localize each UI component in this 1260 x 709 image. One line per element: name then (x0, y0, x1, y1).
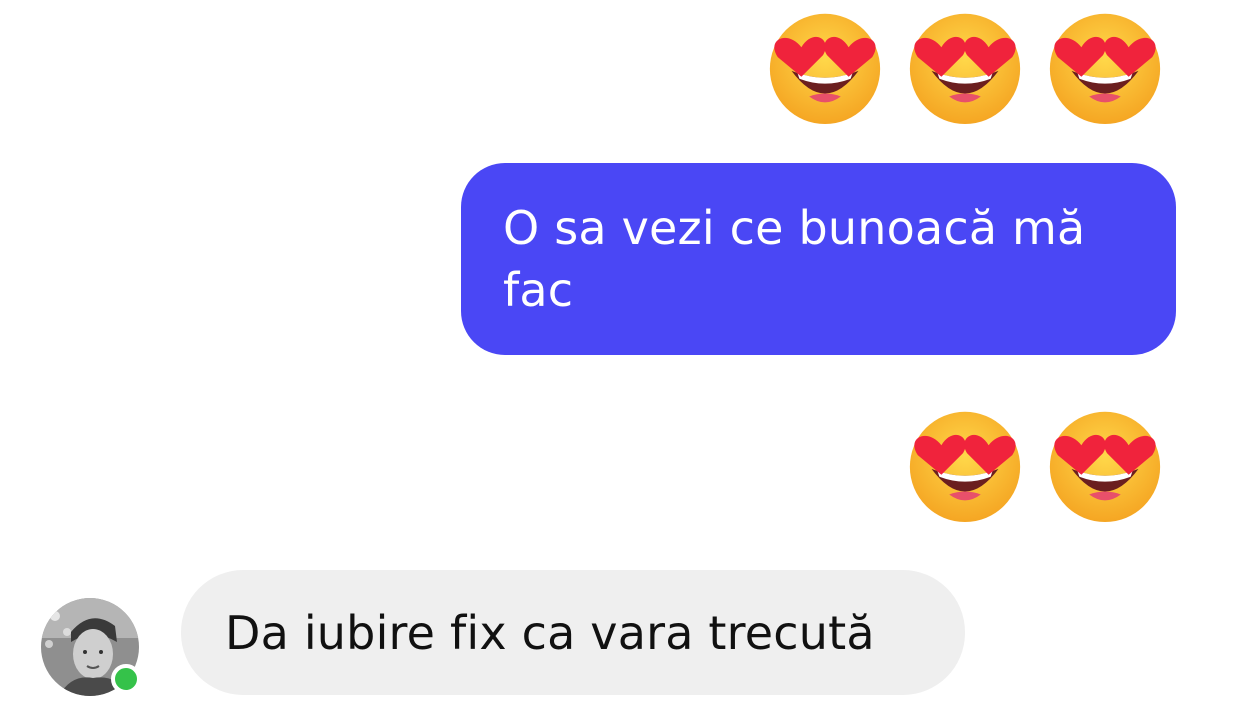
outgoing-message-text: O sa vezi ce bunoacă mă fac (503, 201, 1086, 317)
emoji-message-top[interactable] (762, 0, 1168, 126)
avatar[interactable] (41, 598, 141, 696)
incoming-message-text: Da iubire fix ca vara trecută (225, 605, 875, 660)
outgoing-message-bubble[interactable]: O sa vezi ce bunoacă mă fac (461, 163, 1176, 355)
chat-thread: O sa vezi ce bunoacă mă fac Da iubire fi… (0, 0, 1260, 709)
emoji-message-mid[interactable] (902, 398, 1168, 524)
heart-eyes-icon (769, 13, 881, 125)
heart-eyes-icon (909, 411, 1021, 523)
heart-eyes-icon (909, 13, 1021, 125)
heart-eyes-icon (1049, 411, 1161, 523)
heart-eyes-icon (1049, 13, 1161, 125)
incoming-message-bubble[interactable]: Da iubire fix ca vara trecută (181, 570, 965, 695)
online-status-indicator (111, 664, 141, 694)
